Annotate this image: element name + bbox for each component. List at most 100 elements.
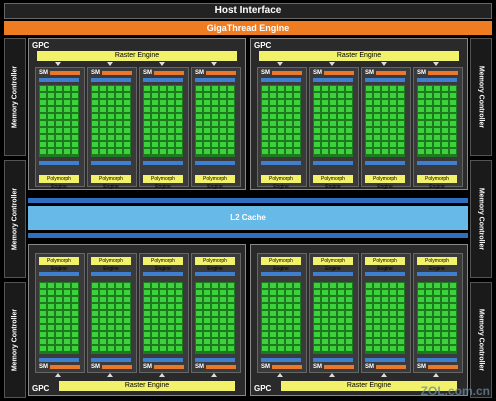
cuda-core [40,339,46,344]
cuda-core [176,100,182,105]
cuda-core [330,86,336,91]
cuda-core [168,339,174,344]
cuda-core [382,332,388,337]
cuda-core [124,311,130,316]
cuda-core [40,318,46,323]
cuda-core [196,346,202,351]
cuda-core [144,290,150,295]
polymorph-engine: Polymorph Engine [143,257,183,272]
cuda-core [152,325,158,330]
cuda-core [442,149,448,154]
cuda-core [270,128,276,133]
cuda-core [450,142,456,147]
cuda-core [382,297,388,302]
polymorph-engine: Polymorph Engine [143,175,183,190]
cuda-core [56,149,62,154]
cuda-core [228,346,234,351]
cuda-core [434,283,440,288]
cuda-core [442,283,448,288]
cuda-core [212,332,218,337]
cuda-core [40,325,46,330]
cuda-core [108,346,114,351]
sm-core-grid [261,85,301,157]
cuda-core [374,318,380,323]
cuda-core [72,100,78,105]
raster-engine: Raster Engine [37,51,237,61]
gigathread-engine: GigaThread Engine [4,21,492,35]
cuda-core [270,107,276,112]
cuda-core [398,283,404,288]
cuda-core [262,339,268,344]
cuda-core [64,311,70,316]
cuda-core [398,121,404,126]
sm-blue-bar [143,78,183,82]
cuda-core [286,100,292,105]
cuda-core [382,283,388,288]
cuda-core [64,318,70,323]
sm-blue-bar [261,358,301,362]
cuda-core [228,325,234,330]
sm-core-grid [417,282,457,354]
cuda-core [442,142,448,147]
cuda-core [48,86,54,91]
cuda-core [64,86,70,91]
cuda-core [212,290,218,295]
cuda-core [40,100,46,105]
cuda-core [124,86,130,91]
cuda-core [450,93,456,98]
cuda-core [228,332,234,337]
cuda-core [64,121,70,126]
cuda-core [286,128,292,133]
cuda-core [48,318,54,323]
cuda-core [160,339,166,344]
cuda-core [330,107,336,112]
cuda-core [116,107,122,112]
cuda-core [366,107,372,112]
memory-controller-left-3: Memory Controller [4,282,26,398]
cuda-core [338,325,344,330]
cuda-core [434,311,440,316]
sm-core-grid [195,85,235,157]
cuda-core [40,128,46,133]
cuda-core [374,121,380,126]
cuda-core [338,311,344,316]
cuda-core [92,86,98,91]
cuda-core [92,304,98,309]
cuda-core [144,339,150,344]
cuda-core [442,107,448,112]
cuda-core [40,114,46,119]
cuda-core [374,128,380,133]
cuda-core [330,114,336,119]
cuda-core [270,93,276,98]
cuda-core [434,339,440,344]
cuda-core [124,290,130,295]
cuda-core [212,121,218,126]
cuda-core [366,283,372,288]
cuda-core [434,297,440,302]
cuda-core [294,121,300,126]
cuda-core [374,142,380,147]
cuda-core [426,339,432,344]
cuda-core [270,283,276,288]
cuda-core [390,283,396,288]
cuda-core [398,290,404,295]
cuda-core [212,304,218,309]
cuda-core [450,135,456,140]
cuda-core [262,332,268,337]
cuda-core [418,332,424,337]
cuda-core [434,86,440,91]
cuda-core [108,297,114,302]
cuda-core [204,107,210,112]
cuda-core [204,86,210,91]
cuda-core [322,107,328,112]
cuda-core [390,290,396,295]
cuda-core [212,135,218,140]
gpc-label: GPC [32,41,50,50]
arrow-icon [433,373,439,377]
sm-blue-bar [417,161,457,165]
cuda-core [286,339,292,344]
cuda-core [160,93,166,98]
sm-label: SM [91,70,100,76]
cuda-core [220,100,226,105]
cuda-core [398,304,404,309]
